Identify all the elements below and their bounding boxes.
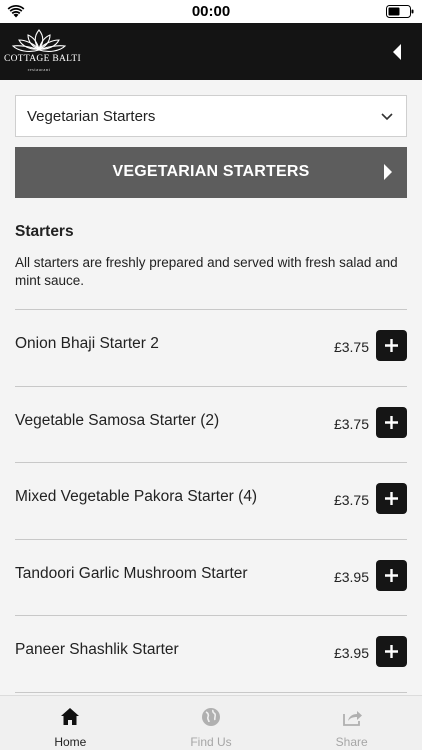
section-title: Starters	[15, 223, 74, 240]
add-to-order-button[interactable]	[376, 559, 407, 591]
menu-content[interactable]: Vegetarian Starters VEGETARIAN STARTERS …	[0, 80, 422, 695]
tab-bar: Home Find Us Share	[0, 695, 422, 750]
brand-logo: COTTAGE BALTI restaurant	[4, 27, 81, 75]
chevron-down-icon	[381, 113, 393, 121]
lotus-icon	[11, 29, 67, 52]
menu-item-price: £3.75	[333, 492, 369, 509]
back-arrow-icon[interactable]	[390, 42, 404, 62]
tab-home[interactable]: Home	[0, 696, 141, 750]
section-description: All starters are freshly prepared and se…	[15, 255, 398, 288]
globe-icon	[202, 708, 220, 726]
brand-subtitle: restaurant	[27, 67, 51, 72]
menu-item-name: Mixed Vegetable Pakora Starter (4)	[15, 488, 258, 506]
menu-item-name: Tandoori Garlic Mushroom Starter	[15, 564, 248, 582]
menu-item: Tandoori Garlic Mushroom Starter £3.95	[15, 538, 407, 616]
plus-icon	[385, 339, 398, 352]
menu-item-price: £3.75	[333, 339, 369, 355]
category-banner-label: VEGETARIAN STARTERS	[112, 163, 310, 180]
menu-item-price: £3.95	[333, 568, 369, 585]
add-to-order-button[interactable]	[376, 483, 407, 515]
tab-share[interactable]: Share	[281, 696, 422, 750]
chevron-right-icon	[384, 164, 392, 180]
add-to-order-button[interactable]	[376, 636, 407, 668]
menu-item: Paneer Shashlik Starter £3.95	[15, 615, 407, 692]
plus-icon	[385, 645, 398, 659]
status-time: 00:00	[191, 3, 231, 20]
brand-name: COTTAGE BALTI	[4, 54, 81, 64]
menu-item-price: £3.95	[333, 645, 369, 662]
plus-icon	[385, 568, 398, 582]
plus-icon	[385, 492, 398, 506]
tab-find-us-label: Find Us	[190, 735, 232, 749]
menu-item: Vegetable Samosa Starter (2) £3.75	[15, 385, 407, 463]
battery-icon	[386, 5, 414, 18]
category-dropdown-value: Vegetarian Starters	[27, 108, 156, 125]
add-to-order-button[interactable]	[376, 406, 407, 438]
menu-list: Onion Bhaji Starter 2 £3.75 Vegetable Sa…	[15, 309, 407, 695]
status-bar: 00:00	[0, 0, 422, 23]
menu-item: Onion Bhaji Starter 2 £3.75	[15, 309, 407, 386]
plus-icon	[385, 415, 398, 429]
app-header: COTTAGE BALTI restaurant	[0, 23, 422, 80]
menu-item-name: Onion Bhaji Starter 2	[15, 335, 159, 352]
tab-share-label: Share	[335, 735, 368, 749]
share-icon	[342, 711, 362, 726]
category-banner[interactable]: VEGETARIAN STARTERS	[15, 147, 407, 198]
tab-home-label: Home	[54, 735, 87, 749]
add-to-order-button[interactable]	[376, 330, 407, 361]
menu-item-name: Vegetable Samosa Starter (2)	[15, 411, 220, 429]
menu-item-name: Paneer Shashlik Starter	[15, 641, 179, 659]
home-icon	[61, 708, 80, 725]
category-dropdown[interactable]: Vegetarian Starters	[15, 95, 407, 137]
tab-find-us[interactable]: Find Us	[141, 696, 282, 750]
menu-item: Mixed Vegetable Pakora Starter (4) £3.75	[15, 462, 407, 539]
menu-item-price: £3.75	[333, 415, 369, 432]
